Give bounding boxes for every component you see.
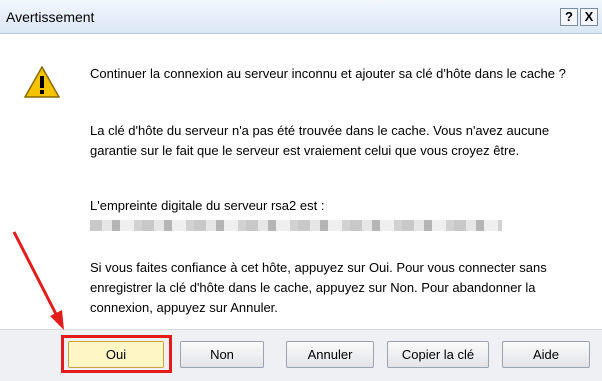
- annotation-arrow-icon: [12, 231, 64, 330]
- help-button[interactable]: ?: [560, 8, 578, 26]
- close-button[interactable]: X: [580, 8, 598, 26]
- warning-text: La clé d'hôte du serveur n'a pas été tro…: [90, 123, 550, 158]
- question-text: Continuer la connexion au serveur inconn…: [90, 66, 566, 81]
- annuler-button[interactable]: Annuler: [286, 341, 374, 368]
- oui-button[interactable]: Oui: [68, 341, 164, 368]
- non-button[interactable]: Non: [180, 341, 264, 368]
- title-bar: Avertissement ? X: [0, 0, 602, 34]
- aide-button[interactable]: Aide: [502, 341, 590, 368]
- instructions-text: Si vous faites confiance à cet hôte, app…: [90, 260, 547, 315]
- window-title: Avertissement: [6, 9, 95, 25]
- warning-icon: [24, 66, 60, 98]
- fingerprint-label: L'empreinte digitale du serveur rsa2 est…: [90, 198, 325, 213]
- copier-la-cle-button[interactable]: Copier la clé: [387, 341, 489, 368]
- fingerprint-value-redacted: [90, 220, 502, 231]
